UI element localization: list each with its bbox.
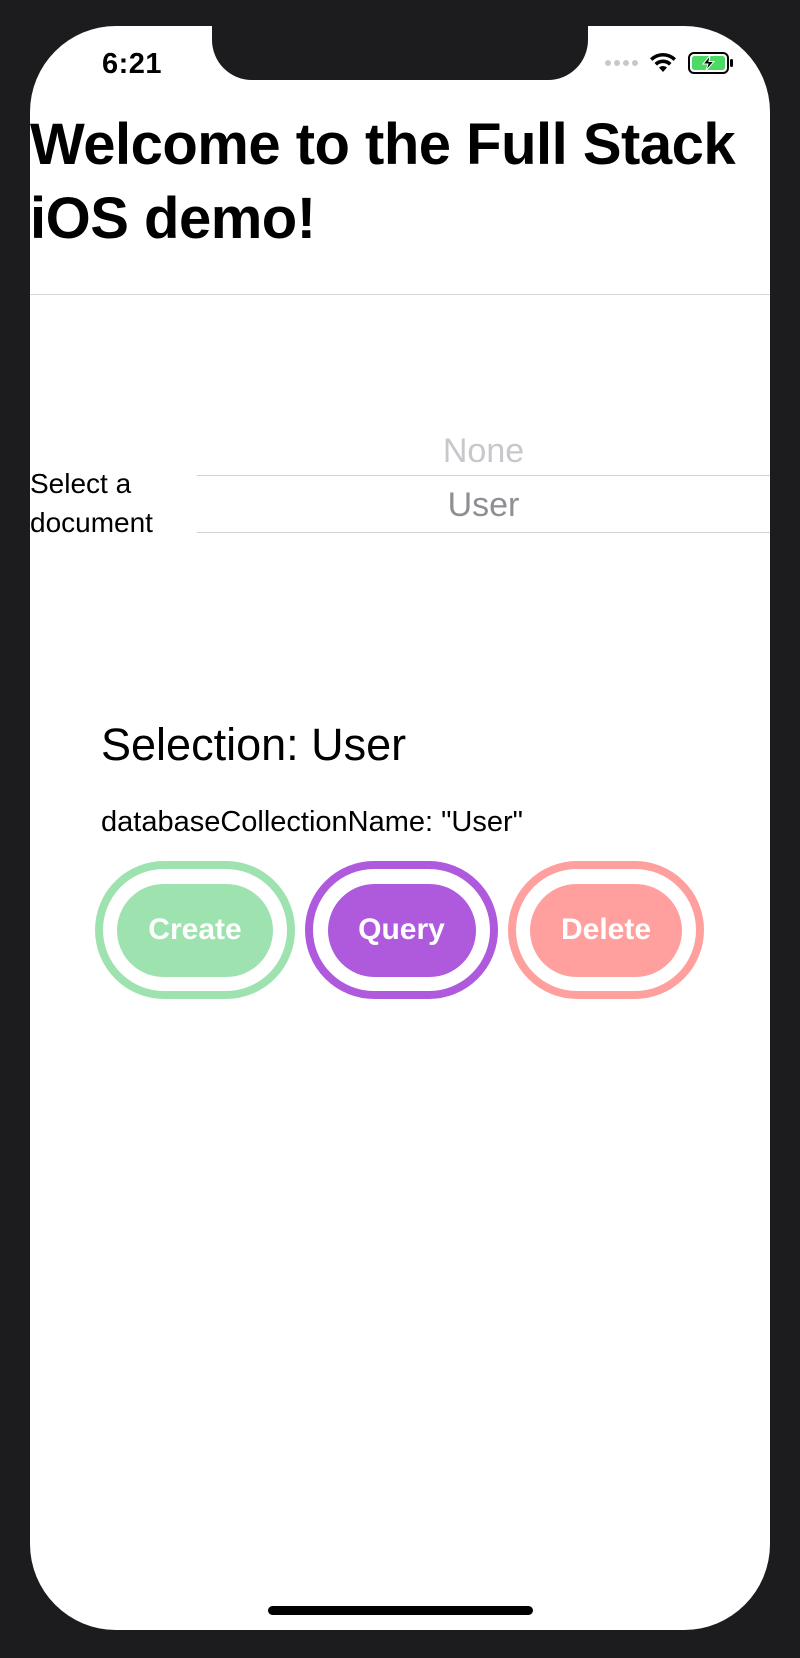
header-divider bbox=[30, 294, 770, 295]
home-indicator[interactable] bbox=[268, 1606, 533, 1615]
create-button[interactable]: Create bbox=[95, 861, 295, 999]
device-notch bbox=[212, 26, 588, 80]
query-button-label: Query bbox=[327, 883, 476, 977]
picker-selection-line-top bbox=[197, 475, 770, 476]
cellular-signal-icon bbox=[605, 60, 638, 66]
battery-charging-icon bbox=[688, 52, 733, 74]
document-picker[interactable]: None User bbox=[197, 424, 770, 564]
selection-heading: Selection: User bbox=[101, 719, 407, 770]
picker-label: Select a document bbox=[30, 468, 153, 538]
app-screen: 6:21 Welcome to the Full Stack iOS demo!… bbox=[30, 26, 770, 1630]
delete-button[interactable]: Delete bbox=[508, 861, 704, 999]
query-button[interactable]: Query bbox=[305, 861, 498, 999]
delete-button-label: Delete bbox=[530, 883, 682, 977]
picker-selection-line-bottom bbox=[197, 532, 770, 533]
page-title: Welcome to the Full Stack iOS demo! bbox=[30, 112, 736, 251]
device-bezel: 6:21 Welcome to the Full Stack iOS demo!… bbox=[0, 0, 800, 1658]
wifi-icon bbox=[650, 52, 676, 72]
create-button-label: Create bbox=[117, 883, 273, 977]
status-time: 6:21 bbox=[102, 48, 163, 80]
picker-option-none[interactable]: None bbox=[197, 424, 770, 474]
status-icons bbox=[605, 52, 734, 74]
picker-option-selected[interactable]: User bbox=[197, 479, 770, 531]
collection-name-text: databaseCollectionName: "User" bbox=[101, 806, 523, 838]
